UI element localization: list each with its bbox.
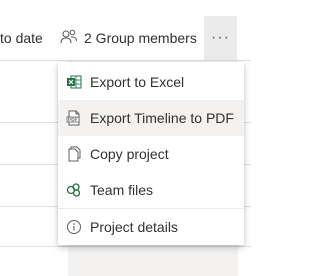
more-options-button[interactable]: ··· [204, 16, 237, 60]
project-view: to date 2 Group members ··· Export to Ex… [0, 0, 251, 276]
menu-item-team-files[interactable]: Team files [58, 172, 244, 208]
menu-item-project-details[interactable]: Project details [58, 209, 244, 245]
menu-item-export-excel[interactable]: Export to Excel [58, 64, 244, 100]
menu-item-label: Project details [90, 219, 178, 235]
pdf-icon [66, 110, 82, 126]
menu-item-copy-project[interactable]: Copy project [58, 136, 244, 172]
menu-item-label: Copy project [90, 146, 169, 162]
row-divider [0, 246, 251, 247]
menu-item-export-pdf[interactable]: Export Timeline to PDF [58, 100, 244, 136]
group-members-label: 2 Group members [84, 30, 197, 46]
more-options-menu: Export to Excel Export Timeline to PDF C… [58, 62, 244, 245]
info-icon [66, 219, 82, 235]
menu-item-label: Export Timeline to PDF [90, 110, 234, 126]
menu-item-label: Export to Excel [90, 74, 185, 90]
people-icon [60, 29, 78, 48]
to-date-label: to date [0, 30, 43, 46]
team-files-icon [66, 182, 82, 198]
copy-icon [66, 146, 82, 162]
more-icon: ··· [211, 29, 230, 46]
excel-icon [66, 74, 82, 90]
group-members-button[interactable]: 2 Group members [60, 28, 197, 48]
menu-item-label: Team files [90, 182, 154, 198]
